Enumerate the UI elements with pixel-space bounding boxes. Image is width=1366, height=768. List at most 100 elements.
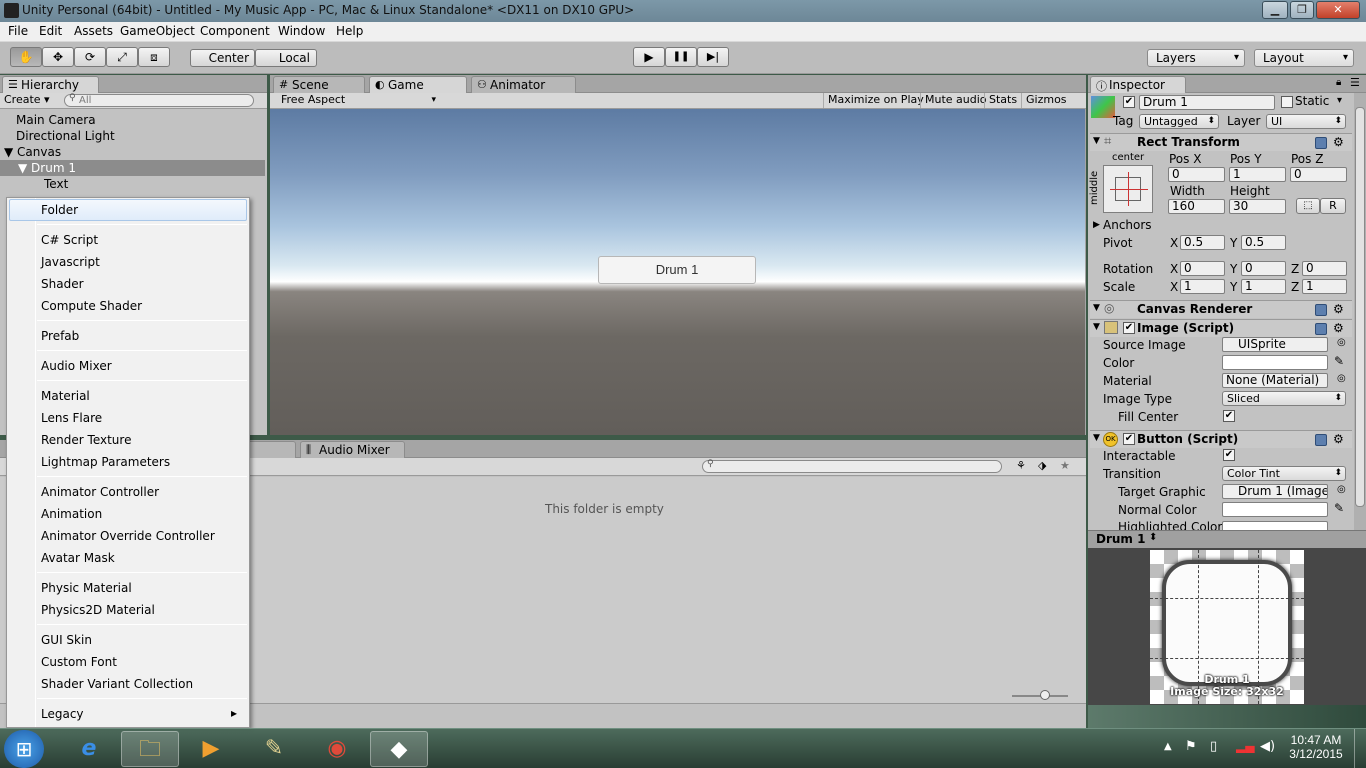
- show-hidden-icons-arrow-icon[interactable]: ▲: [1164, 741, 1172, 752]
- transition-dropdown[interactable]: Color Tint: [1222, 466, 1346, 481]
- highlighted-color-field[interactable]: [1222, 521, 1328, 530]
- help-icon[interactable]: [1315, 137, 1327, 149]
- menu-item-lens-flare[interactable]: Lens Flare: [41, 410, 102, 426]
- game-drum1-button[interactable]: Drum 1: [598, 256, 756, 284]
- hierarchy-item-directional-light[interactable]: Directional Light: [0, 128, 265, 144]
- gear-icon[interactable]: ⚙: [1333, 136, 1344, 148]
- rect-transform-header[interactable]: ▼ ⌗ Rect Transform ⚙: [1090, 133, 1352, 151]
- minimize-button[interactable]: ▁: [1262, 1, 1288, 19]
- static-dropdown-arrow-icon[interactable]: ▾: [1337, 95, 1342, 106]
- object-name-field[interactable]: Drum 1: [1139, 95, 1275, 110]
- menu-item-material[interactable]: Material: [41, 388, 90, 404]
- rotation-x-field[interactable]: 0: [1180, 261, 1225, 276]
- show-desktop-button[interactable]: [1354, 729, 1366, 768]
- pause-button[interactable]: ❚❚: [665, 47, 697, 67]
- pivot-x-field[interactable]: 0.5: [1180, 235, 1225, 250]
- menu-item-gui-skin[interactable]: GUI Skin: [41, 632, 92, 648]
- color-field[interactable]: [1222, 355, 1328, 370]
- menu-component[interactable]: Component: [200, 24, 270, 38]
- aspect-dropdown[interactable]: Free Aspect ▾: [276, 93, 436, 108]
- expand-arrow-icon[interactable]: ▼: [4, 145, 17, 159]
- action-center-flag-icon[interactable]: ⚑: [1185, 739, 1197, 754]
- tab-game[interactable]: ◐ Game: [369, 76, 467, 93]
- gear-icon[interactable]: ⚙: [1333, 322, 1344, 334]
- step-button[interactable]: ▶|: [697, 47, 729, 67]
- button-enabled-checkbox[interactable]: ✔: [1123, 433, 1135, 445]
- rotation-y-field[interactable]: 0: [1241, 261, 1286, 276]
- hierarchy-item-text[interactable]: Text: [0, 176, 265, 192]
- maximize-button[interactable]: ❐: [1290, 1, 1314, 19]
- slider-thumb[interactable]: [1040, 690, 1050, 700]
- hierarchy-search-input[interactable]: All: [64, 94, 254, 107]
- volume-icon[interactable]: ◀): [1260, 739, 1275, 754]
- hierarchy-item-main-camera[interactable]: Main Camera: [0, 112, 265, 128]
- menu-item-physic-material[interactable]: Physic Material: [41, 580, 132, 596]
- game-viewport[interactable]: Drum 1: [270, 109, 1085, 435]
- normal-color-field[interactable]: [1222, 502, 1328, 517]
- static-checkbox[interactable]: [1281, 96, 1293, 108]
- image-script-header[interactable]: ▼ ✔ Image (Script) ⚙: [1090, 319, 1352, 337]
- collapse-arrow-icon[interactable]: ▼: [1093, 303, 1100, 313]
- layout-dropdown[interactable]: Layout: [1254, 49, 1354, 67]
- menu-item-shader[interactable]: Shader: [41, 276, 84, 292]
- source-image-field[interactable]: UISprite: [1222, 337, 1328, 352]
- help-icon[interactable]: [1315, 323, 1327, 335]
- button-script-header[interactable]: ▼ OK ✔ Button (Script) ⚙: [1090, 430, 1352, 448]
- network-icon[interactable]: ▂▄: [1236, 739, 1254, 753]
- menu-item-avatar-mask[interactable]: Avatar Mask: [41, 550, 115, 566]
- eyedropper-icon[interactable]: ✎: [1334, 354, 1344, 368]
- menu-item-folder[interactable]: Folder: [41, 202, 78, 218]
- material-field[interactable]: None (Material): [1222, 373, 1328, 388]
- collapse-arrow-icon[interactable]: ▼: [1093, 136, 1100, 146]
- gizmos-dropdown[interactable]: Gizmos: [1021, 93, 1071, 108]
- taskbar-media-player[interactable]: ▶: [182, 731, 240, 767]
- inspector-scrollbar[interactable]: [1354, 93, 1366, 530]
- menu-item-prefab[interactable]: Prefab: [41, 328, 79, 344]
- gear-icon[interactable]: ⚙: [1333, 433, 1344, 445]
- layer-dropdown[interactable]: UI: [1266, 114, 1346, 129]
- move-tool-button[interactable]: ✥: [42, 47, 74, 67]
- menu-window[interactable]: Window: [278, 24, 325, 38]
- panel-menu-icon[interactable]: ☰: [1350, 76, 1360, 89]
- filter-type-icon[interactable]: ⚘: [1016, 459, 1026, 472]
- expand-arrow-icon[interactable]: ▼: [18, 161, 31, 175]
- space-local-toggle[interactable]: Local: [255, 49, 317, 67]
- active-checkbox[interactable]: ✔: [1123, 96, 1135, 108]
- menu-item-custom-font[interactable]: Custom Font: [41, 654, 117, 670]
- pivot-center-toggle[interactable]: Center: [190, 49, 255, 67]
- image-enabled-checkbox[interactable]: ✔: [1123, 322, 1135, 334]
- pos-y-field[interactable]: 1: [1229, 167, 1286, 182]
- menu-item-animator-override-controller[interactable]: Animator Override Controller: [41, 528, 215, 544]
- rotate-tool-button[interactable]: ⟳: [74, 47, 106, 67]
- preview-dropdown-arrow-icon[interactable]: ⬍: [1149, 532, 1157, 543]
- menu-item-csharp-script[interactable]: C# Script: [41, 232, 98, 248]
- gear-icon[interactable]: ⚙: [1333, 303, 1344, 315]
- menu-item-audio-mixer[interactable]: Audio Mixer: [41, 358, 112, 374]
- scale-tool-button[interactable]: ⤢: [106, 47, 138, 67]
- layers-dropdown[interactable]: Layers: [1147, 49, 1245, 67]
- taskbar-unity[interactable]: ◆: [370, 731, 428, 767]
- pos-z-field[interactable]: 0: [1290, 167, 1347, 182]
- mute-audio-toggle[interactable]: Mute audio: [920, 93, 991, 108]
- hierarchy-item-canvas[interactable]: ▼ Canvas: [0, 144, 265, 160]
- menu-item-compute-shader[interactable]: Compute Shader: [41, 298, 142, 314]
- menu-item-animator-controller[interactable]: Animator Controller: [41, 484, 159, 500]
- object-picker-icon[interactable]: ◎: [1337, 337, 1346, 348]
- pivot-y-field[interactable]: 0.5: [1241, 235, 1286, 250]
- hand-tool-button[interactable]: ✋: [10, 47, 42, 67]
- image-type-dropdown[interactable]: Sliced: [1222, 391, 1346, 406]
- tab-animator[interactable]: ⚇ Animator: [471, 76, 576, 93]
- power-icon[interactable]: ▯: [1210, 739, 1217, 754]
- rotation-z-field[interactable]: 0: [1302, 261, 1347, 276]
- object-picker-icon[interactable]: ◎: [1337, 373, 1346, 384]
- menu-item-shader-variant-collection[interactable]: Shader Variant Collection: [41, 676, 193, 692]
- menu-item-physics2d-material[interactable]: Physics2D Material: [41, 602, 155, 618]
- create-dropdown[interactable]: Create ▾: [4, 93, 50, 106]
- tab-audio-mixer[interactable]: ⫼ Audio Mixer: [300, 441, 405, 458]
- menu-help[interactable]: Help: [336, 24, 363, 38]
- scale-x-field[interactable]: 1: [1180, 279, 1225, 294]
- scale-z-field[interactable]: 1: [1302, 279, 1347, 294]
- interactable-checkbox[interactable]: ✔: [1223, 449, 1235, 461]
- lock-icon[interactable]: 🔒︎: [1336, 77, 1341, 88]
- pos-x-field[interactable]: 0: [1168, 167, 1225, 182]
